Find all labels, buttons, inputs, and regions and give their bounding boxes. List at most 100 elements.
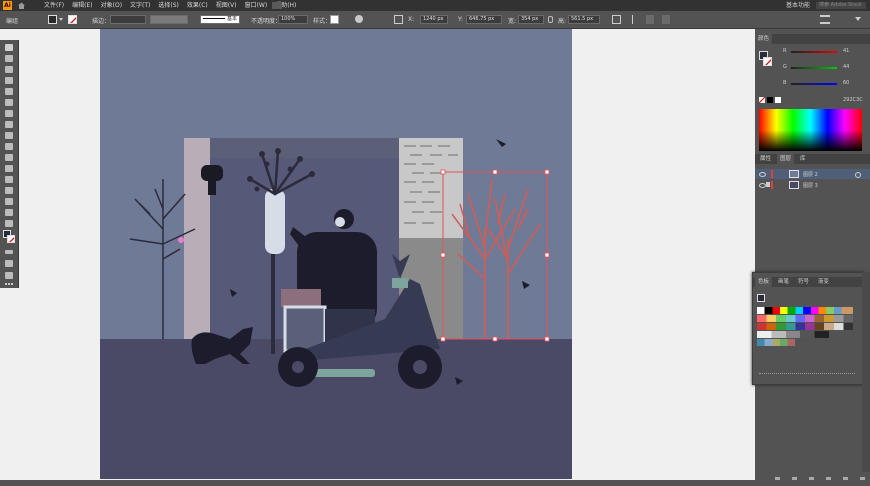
dropdown-arrow-icon[interactable]	[855, 17, 861, 21]
layer-name[interactable]: 图层 2	[803, 171, 818, 178]
pen-tool-icon[interactable]	[5, 66, 13, 73]
color-stroke-swatch[interactable]	[763, 57, 772, 66]
fill-swatch[interactable]	[48, 15, 57, 24]
lamp-neck	[208, 181, 216, 195]
black-color-icon[interactable]	[767, 97, 773, 103]
layer-name[interactable]: 图层 3	[803, 182, 818, 189]
align-vertical-icon[interactable]	[662, 15, 670, 24]
align-left-icon[interactable]	[632, 15, 639, 24]
menu-edit[interactable]: 编辑(E)	[68, 0, 96, 11]
workspace-switcher[interactable]: 基本功能	[786, 0, 810, 11]
zoom-tool-icon[interactable]	[5, 220, 13, 227]
none-color-icon[interactable]	[759, 97, 765, 103]
hand-tool-icon[interactable]	[5, 209, 13, 216]
direct-selection-tool-icon[interactable]	[5, 55, 13, 62]
tab-symbols[interactable]: 符号	[795, 277, 812, 287]
tab-gradients[interactable]: 渐变	[815, 277, 832, 287]
lock-icon[interactable]	[766, 182, 770, 187]
scale-tool-icon[interactable]	[5, 143, 13, 150]
selection-tool-icon[interactable]	[5, 44, 13, 51]
artboard[interactable]	[100, 29, 572, 479]
height-field[interactable]: 561.5 px	[568, 15, 600, 24]
symbol-sprayer-tool-icon[interactable]	[5, 198, 13, 205]
rectangle-tool-icon[interactable]	[5, 88, 13, 95]
graphic-style-swatch[interactable]	[330, 15, 339, 24]
g-label: G	[783, 64, 787, 70]
shape-builder-tool-icon[interactable]	[5, 154, 13, 161]
type-tool-icon[interactable]	[5, 110, 13, 117]
y-field[interactable]: 646.75 px	[466, 15, 502, 24]
fill-stroke-indicator[interactable]	[3, 230, 15, 244]
align-icon[interactable]	[394, 15, 403, 24]
swatch-grid[interactable]	[757, 307, 853, 347]
menu-window[interactable]: 窗口(W)	[241, 0, 272, 11]
status-bar	[0, 480, 870, 486]
eye-icon[interactable]	[759, 172, 766, 177]
brush-label: 基本	[227, 16, 238, 22]
variable-width-field[interactable]	[150, 15, 188, 24]
transform-icon[interactable]	[612, 15, 621, 24]
swatch-options-icons[interactable]	[759, 373, 855, 379]
menu-object[interactable]: 对象(O)	[97, 0, 126, 11]
more-tools-icon[interactable]	[5, 283, 13, 287]
link-proportions-icon[interactable]	[548, 16, 553, 23]
r-value[interactable]: 41	[843, 48, 849, 54]
menu-type[interactable]: 文字(T)	[126, 0, 154, 11]
style-label: 样式：	[313, 18, 332, 25]
rotate-tool-icon[interactable]	[5, 121, 13, 128]
r-slider[interactable]	[791, 51, 837, 53]
swatches-panel-header: 色板 画笔 符号 渐变	[753, 277, 863, 287]
menu-file[interactable]: 文件(F)	[40, 0, 68, 11]
g-slider[interactable]	[791, 67, 837, 69]
opacity-label: 不透明度：	[251, 18, 282, 25]
home-icon[interactable]	[18, 2, 25, 9]
opacity-field[interactable]: 100%	[278, 15, 308, 24]
b-value[interactable]: 60	[843, 80, 849, 86]
fill-dropdown-icon[interactable]	[59, 18, 63, 21]
tab-brushes[interactable]: 画笔	[775, 277, 792, 287]
menu-view[interactable]: 视图(V)	[212, 0, 241, 11]
b-slider[interactable]	[791, 83, 837, 85]
curvature-tool-icon[interactable]	[5, 77, 13, 84]
eraser-tool-icon[interactable]	[5, 132, 13, 139]
blend-tool-icon[interactable]	[5, 187, 13, 194]
menu-select[interactable]: 选择(S)	[154, 0, 183, 11]
tab-properties[interactable]: 属性	[757, 154, 774, 164]
arrange-icon[interactable]	[272, 2, 282, 9]
white-color-icon[interactable]	[775, 97, 781, 103]
stock-search-input[interactable]: 搜索 Adobe Stock	[816, 2, 866, 9]
target-icon[interactable]	[855, 172, 861, 178]
tab-libraries[interactable]: 库	[797, 154, 809, 164]
hex-value[interactable]: 292C3C	[843, 97, 863, 103]
align-center-icon[interactable]	[646, 15, 654, 24]
menu-effect[interactable]: 效果(C)	[183, 0, 212, 11]
tab-swatches[interactable]: 色板	[755, 277, 773, 287]
tab-layers[interactable]: 图层	[777, 154, 795, 164]
panel-scrollbar[interactable]	[862, 272, 870, 472]
gradient-tool-icon[interactable]	[5, 165, 13, 172]
draw-mode-icon[interactable]	[5, 260, 13, 267]
color-mode-icon[interactable]	[5, 250, 13, 254]
paintbrush-tool-icon[interactable]	[5, 99, 13, 106]
stroke-swatch[interactable]	[68, 15, 77, 24]
swatch-fill-indicator[interactable]	[757, 294, 765, 302]
eyedropper-tool-icon[interactable]	[5, 176, 13, 183]
layer-thumbnail	[789, 170, 799, 178]
color-spectrum[interactable]	[759, 109, 862, 151]
stroke-weight-field[interactable]	[110, 15, 146, 24]
x-field[interactable]: 1240 px	[420, 15, 448, 24]
brush-definition-field[interactable]: 基本	[200, 15, 240, 24]
layer-row[interactable]: 图层 3	[755, 180, 870, 190]
recolor-icon[interactable]	[355, 15, 363, 23]
eye-icon[interactable]	[759, 183, 766, 188]
screen-mode-icon[interactable]	[5, 272, 13, 279]
g-value[interactable]: 44	[843, 64, 849, 70]
stroke-label: 描边：	[92, 18, 111, 25]
width-field[interactable]: 354 px	[518, 15, 544, 24]
swatches-panel: 色板 画笔 符号 渐变	[752, 272, 864, 385]
scooter-step	[310, 369, 375, 377]
selection-type-label: 编组	[6, 18, 19, 25]
color-panel-tab[interactable]: 颜色	[755, 34, 773, 44]
layer-row[interactable]: 图层 2	[755, 169, 870, 179]
menu-icon[interactable]	[820, 15, 830, 24]
